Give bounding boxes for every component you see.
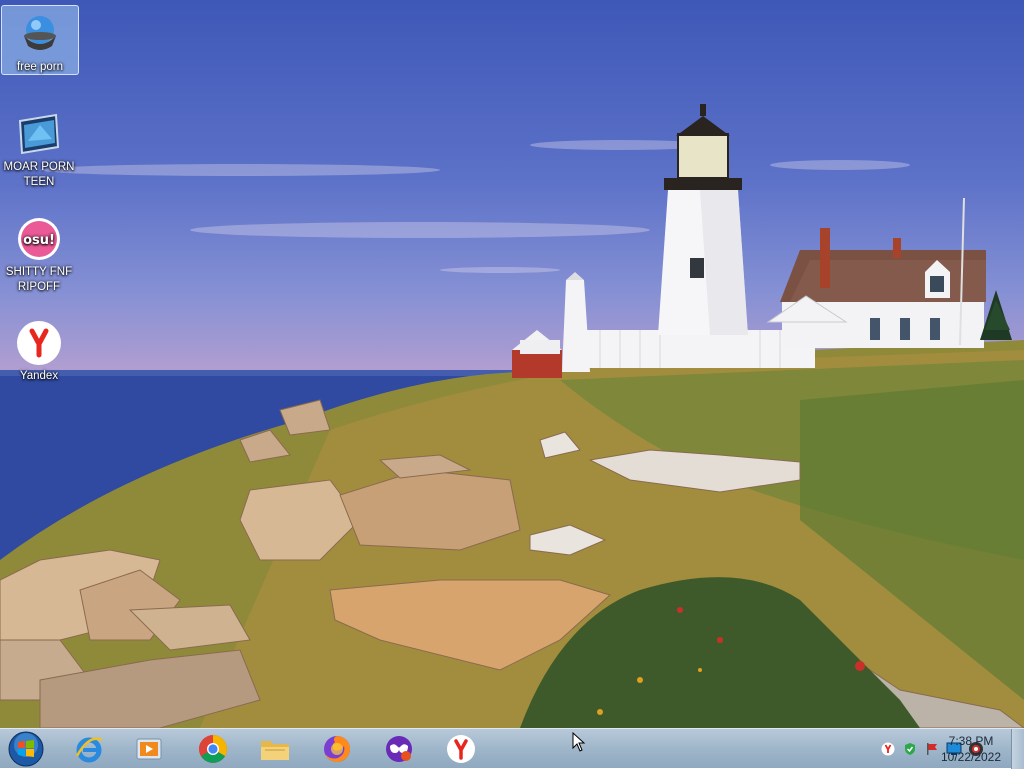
osu-icon: osu! [15,215,63,263]
desktop-icon-yandex[interactable]: Yandex [1,315,77,384]
desktop-icon-label: SHITTY FNF RIPOFF [5,266,73,293]
start-button[interactable] [6,730,46,768]
mouse-cursor-icon [572,732,586,752]
bowl-globe-icon [16,10,64,58]
desktop-icon-free-porn[interactable]: free porn [1,5,79,75]
internet-explorer-icon [75,737,103,763]
clock-time: 7:38 PM [948,734,994,748]
yandex-icon [15,319,63,367]
taskbar-firefox[interactable] [310,731,364,767]
media-window-icon [15,110,63,158]
taskbar-clock[interactable]: 7:38 PM 10/22/2022 [936,733,1006,765]
folder-icon [261,741,289,760]
desktop-icon-shitty-fnf-ripoff[interactable]: osu! SHITTY FNF RIPOFF [1,211,77,295]
taskbar: 7:38 PM 10/22/2022 [0,728,1024,769]
desktop-icon-label: free porn [16,61,64,73]
shield-check-icon[interactable] [902,741,918,757]
chrome-icon [199,735,227,763]
taskbar-media-player[interactable] [122,731,176,767]
lighthouse-landscape [0,104,1024,728]
taskbar-yandex[interactable] [434,731,488,767]
taskbar-file-explorer[interactable] [248,731,302,767]
desktop-icon-moar-porn-teen[interactable]: MOAR PORN TEEN [1,106,77,190]
windows-start-orb-icon [8,731,44,767]
media-player-icon [136,738,162,760]
desktop-icon-label: Yandex [19,370,59,382]
taskbar-internet-explorer[interactable] [62,731,116,767]
desktop-wallpaper [0,0,1024,728]
desktop-icon-label: MOAR PORN TEEN [3,161,75,188]
taskbar-chrome[interactable] [186,731,240,767]
firefox-icon [324,736,350,762]
clock-date: 10/22/2022 [940,750,1002,764]
yandex-icon [447,735,475,763]
osu-badge-text: osu! [23,233,55,248]
taskbar-purple-app[interactable] [372,731,426,767]
yandex-tray-icon[interactable] [880,741,896,757]
show-desktop-button[interactable] [1011,729,1024,769]
purple-mask-icon [386,736,412,762]
